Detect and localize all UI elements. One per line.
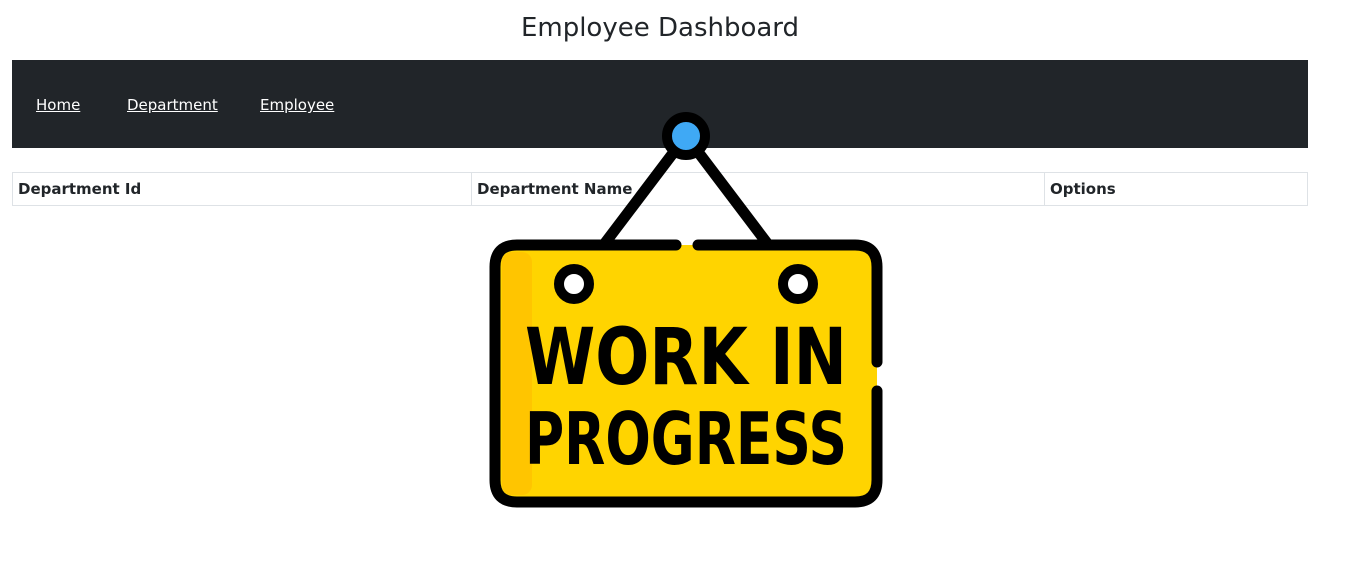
sign-hole-left [554,264,594,304]
nav-link-home[interactable]: Home [36,95,80,115]
sign-hole-right [778,264,818,304]
sign-text-line1: WORK IN [525,313,847,403]
sign-text-line2: PROGRESS [525,397,847,481]
page-title: Employee Dashboard [520,13,800,43]
column-header-department-id: Department Id [12,172,472,206]
work-in-progress-sign: WORK IN PROGRESS [489,112,883,508]
column-header-options: Options [1044,172,1308,206]
nav-link-employee[interactable]: Employee [260,95,334,115]
pin-icon [662,112,710,160]
nav-link-department[interactable]: Department [127,95,218,115]
